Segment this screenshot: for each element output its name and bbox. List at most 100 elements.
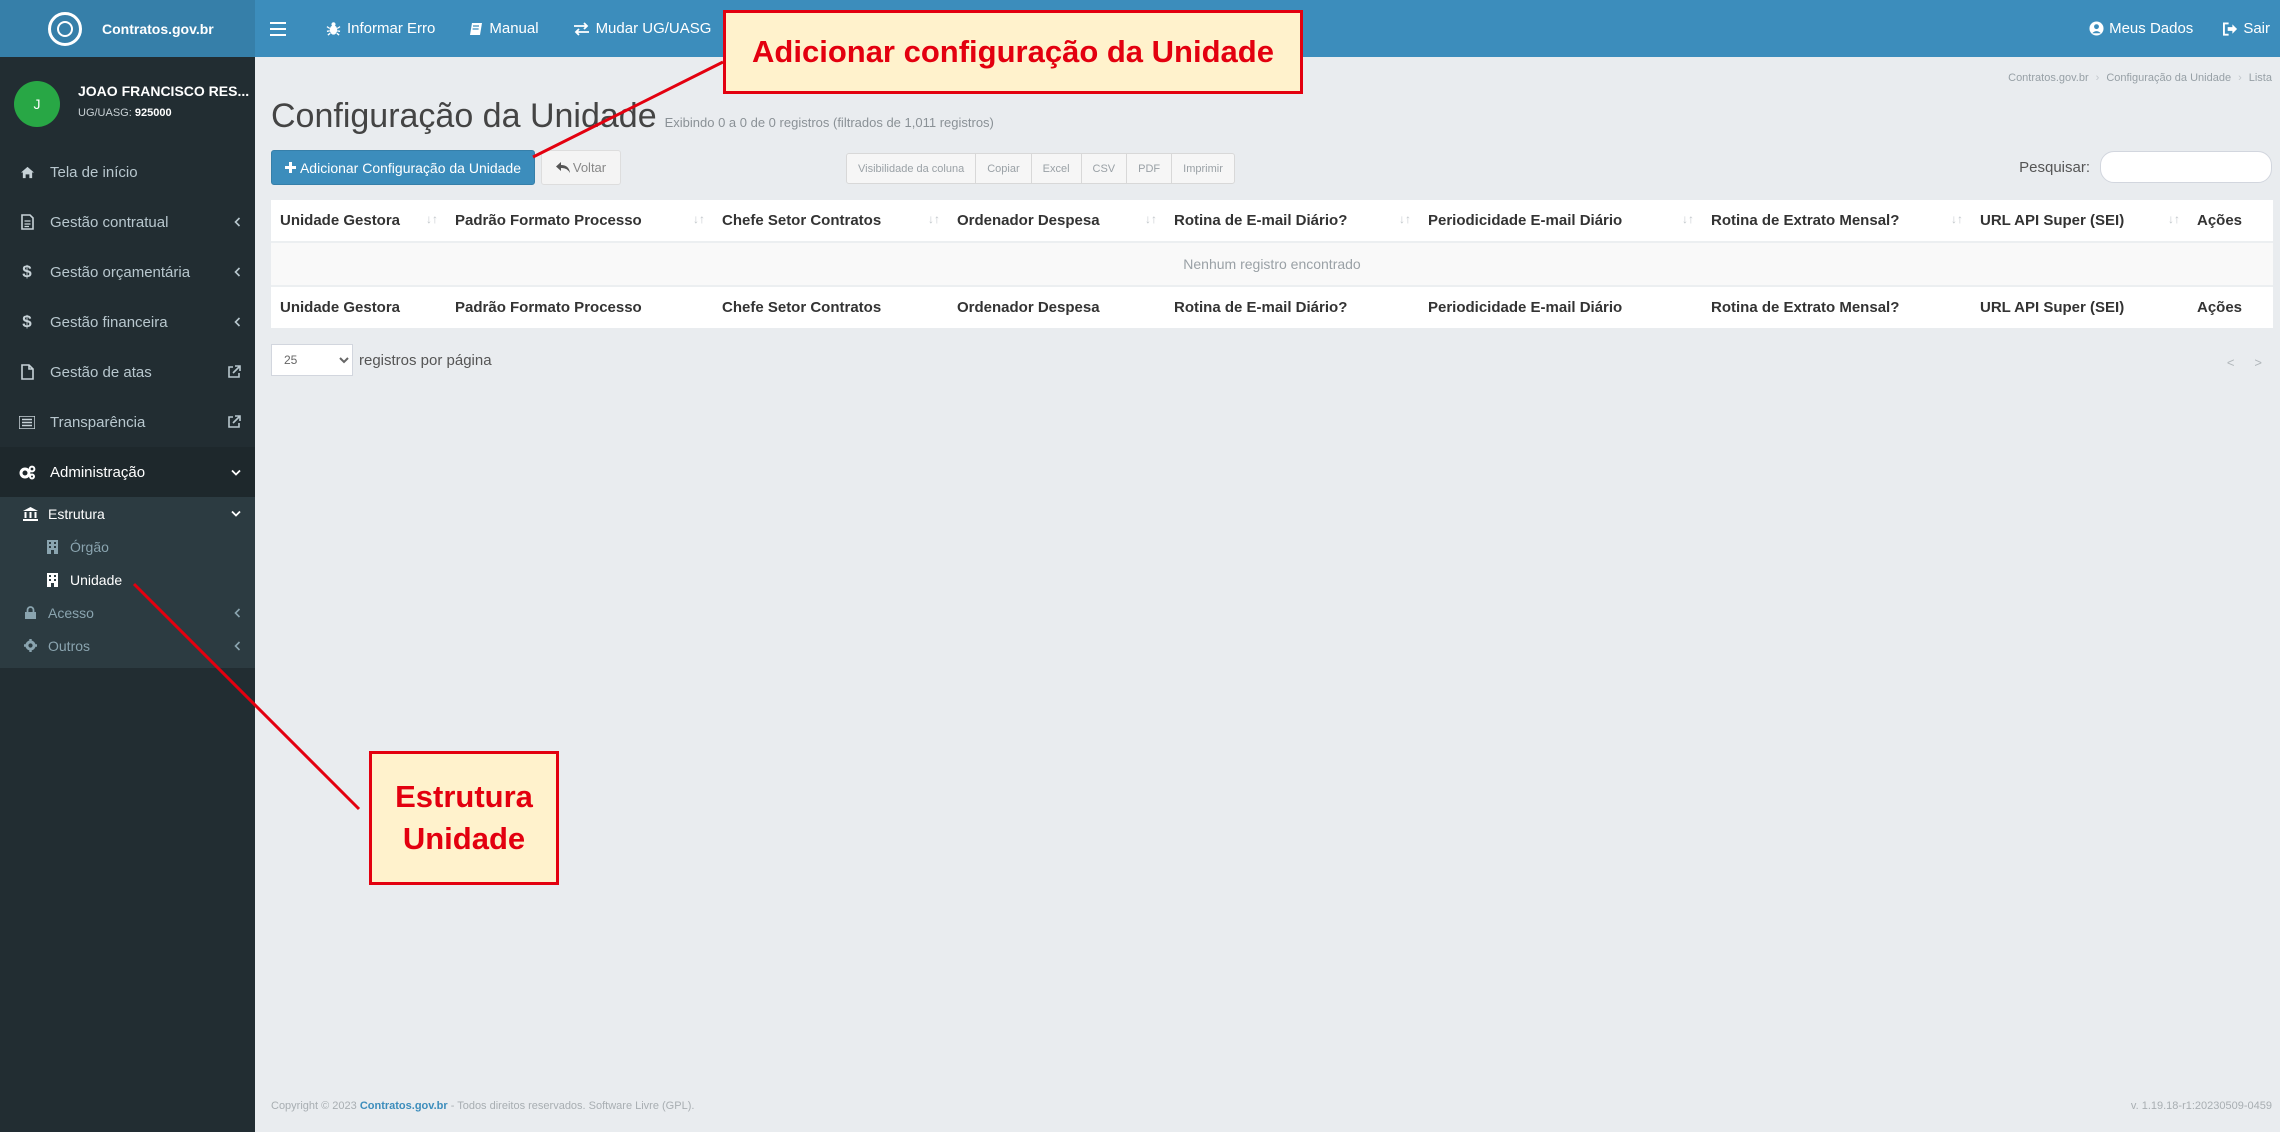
column-footer: Periodicidade E-mail Diário [1428, 299, 1623, 316]
empty-table-message: Nenhum registro encontrado [271, 243, 2273, 285]
bank-icon [22, 506, 38, 521]
breadcrumb-section[interactable]: Configuração da Unidade [2106, 72, 2231, 84]
chevron-left-icon [234, 247, 241, 297]
file-icon [18, 364, 36, 380]
back-label: Voltar [572, 160, 607, 175]
brand-name: Contratos.gov.br [102, 20, 214, 37]
column-header[interactable]: URL API Super (SEI) ↓↑ [1971, 199, 2188, 242]
pdf-button[interactable]: PDF [1127, 154, 1173, 183]
sort-icon: ↓↑ [1951, 212, 1963, 226]
sidebar-item-financial-management[interactable]: $ Gestão financeira [0, 297, 255, 347]
sidebar-item-label: Gestão orçamentária [50, 263, 191, 281]
bug-icon [326, 22, 341, 36]
column-header[interactable]: Padrão Formato Processo ↓↑ [446, 199, 713, 242]
next-page-button[interactable]: > [2254, 355, 2262, 370]
search-box: Pesquisar: [2019, 151, 2272, 183]
breadcrumb-current: Lista [2248, 72, 2272, 84]
page-size-select[interactable]: 25 [271, 344, 353, 376]
administration-submenu: Estrutura Órgão Unidade Acesso Outros [0, 497, 255, 668]
dollar-icon: $ [22, 262, 32, 281]
sidebar-item-others[interactable]: Outros [0, 629, 255, 662]
sidebar-item-label: Tela de início [50, 163, 138, 181]
add-configuration-button[interactable]: Adicionar Configuração da Unidade [271, 150, 535, 185]
sidebar-menu: Tela de início Gestão contratual $ Gestã… [0, 147, 255, 668]
chevron-down-icon [231, 497, 241, 530]
chevron-left-icon [234, 596, 241, 629]
column-header: Ações [2197, 212, 2243, 229]
column-footer: Rotina de Extrato Mensal? [1711, 299, 1900, 316]
sidebar-item-label: Gestão contratual [50, 213, 169, 231]
back-button[interactable]: Voltar [541, 150, 621, 185]
dollar-icon: $ [22, 312, 32, 331]
sidebar-item-label: Administração [50, 463, 146, 481]
report-error-link[interactable]: Informar Erro [326, 20, 435, 37]
sort-icon: ↓↑ [2168, 212, 2180, 226]
column-header[interactable]: Chefe Setor Contratos ↓↑ [713, 199, 948, 242]
sidebar-item-structure[interactable]: Estrutura [0, 497, 255, 530]
sidebar-item-label: Transparência [50, 413, 146, 431]
sidebar-item-administration[interactable]: Administração [0, 447, 255, 497]
building-icon [44, 572, 60, 587]
chevron-left-icon [234, 629, 241, 662]
brand[interactable]: Contratos.gov.br [0, 0, 255, 57]
column-header[interactable]: Periodicidade E-mail Diário ↓↑ [1419, 199, 1702, 242]
column-header[interactable]: Ordenador Despesa ↓↑ [948, 199, 1165, 242]
sidebar-item-unit[interactable]: Unidade [0, 563, 255, 596]
sidebar-item-label: Acesso [48, 604, 94, 621]
column-header[interactable]: Unidade Gestora ↓↑ [271, 199, 446, 242]
print-button[interactable]: Imprimir [1172, 154, 1234, 183]
column-footer: Ações [2197, 299, 2243, 316]
sort-icon: ↓↑ [1145, 212, 1157, 226]
table-header: Unidade Gestora ↓↑ Padrão Formato Process… [271, 200, 2273, 243]
manual-link[interactable]: Manual [469, 20, 539, 37]
chevron-down-icon [231, 447, 241, 497]
sidebar-item-minutes-management[interactable]: Gestão de atas [0, 347, 255, 397]
column-visibility-button[interactable]: Visibilidade da coluna [847, 154, 977, 183]
sort-icon: ↓↑ [1682, 212, 1694, 226]
column-header[interactable]: Rotina de E-mail Diário? ↓↑ [1165, 199, 1419, 242]
logout-label: Sair [2243, 20, 2270, 37]
copy-button[interactable]: Copiar [976, 154, 1032, 183]
column-footer: Rotina de E-mail Diário? [1174, 299, 1348, 316]
logo-icon [48, 11, 82, 46]
sidebar-item-organ[interactable]: Órgão [0, 530, 255, 563]
plus-icon [284, 162, 296, 173]
my-data-link[interactable]: Meus Dados [2089, 20, 2193, 37]
external-link-icon [227, 347, 241, 397]
building-icon [44, 539, 60, 554]
lock-icon [22, 606, 38, 619]
sidebar-item-home[interactable]: Tela de início [0, 147, 255, 197]
user-name: JOAO FRANCISCO RES... [78, 83, 250, 99]
file-text-icon [18, 214, 36, 230]
excel-button[interactable]: Excel [1032, 154, 1082, 183]
sidebar-item-budget-management[interactable]: $ Gestão orçamentária [0, 247, 255, 297]
user-circle-icon [2089, 21, 2104, 36]
gear-icon [22, 639, 38, 652]
sidebar-item-label: Gestão financeira [50, 313, 168, 331]
sidebar-item-contract-management[interactable]: Gestão contratual [0, 197, 255, 247]
footer-site-link[interactable]: Contratos.gov.br [360, 1100, 448, 1112]
sidebar-item-label: Órgão [70, 538, 109, 555]
search-input[interactable] [2100, 151, 2272, 183]
table-footer: Unidade Gestora Padrão Formato Processo … [271, 285, 2273, 328]
sidebar-item-access[interactable]: Acesso [0, 596, 255, 629]
prev-page-button[interactable]: < [2227, 355, 2235, 370]
column-footer: Ordenador Despesa [957, 299, 1100, 316]
change-ug-link[interactable]: Mudar UG/UASG [573, 20, 711, 37]
page-subtitle: Exibindo 0 a 0 de 0 registros (filtrados… [664, 115, 994, 130]
csv-button[interactable]: CSV [1082, 154, 1128, 183]
avatar: J [14, 81, 60, 127]
column-header[interactable]: Rotina de Extrato Mensal? ↓↑ [1702, 199, 1971, 242]
sidebar-item-transparency[interactable]: Transparência [0, 397, 255, 447]
logout-link[interactable]: Sair [2223, 20, 2270, 37]
sort-icon: ↓↑ [693, 212, 705, 226]
external-link-icon [227, 397, 241, 447]
export-button-group: Visibilidade da coluna Copiar Excel CSV … [846, 153, 1235, 184]
sidebar-toggle-button[interactable] [270, 21, 292, 36]
reply-icon [555, 162, 570, 173]
my-data-label: Meus Dados [2109, 20, 2194, 37]
chevron-left-icon [234, 297, 241, 347]
column-footer: URL API Super (SEI) [1980, 299, 2125, 316]
breadcrumb-home[interactable]: Contratos.gov.br [2008, 72, 2089, 84]
manual-label: Manual [489, 20, 539, 37]
